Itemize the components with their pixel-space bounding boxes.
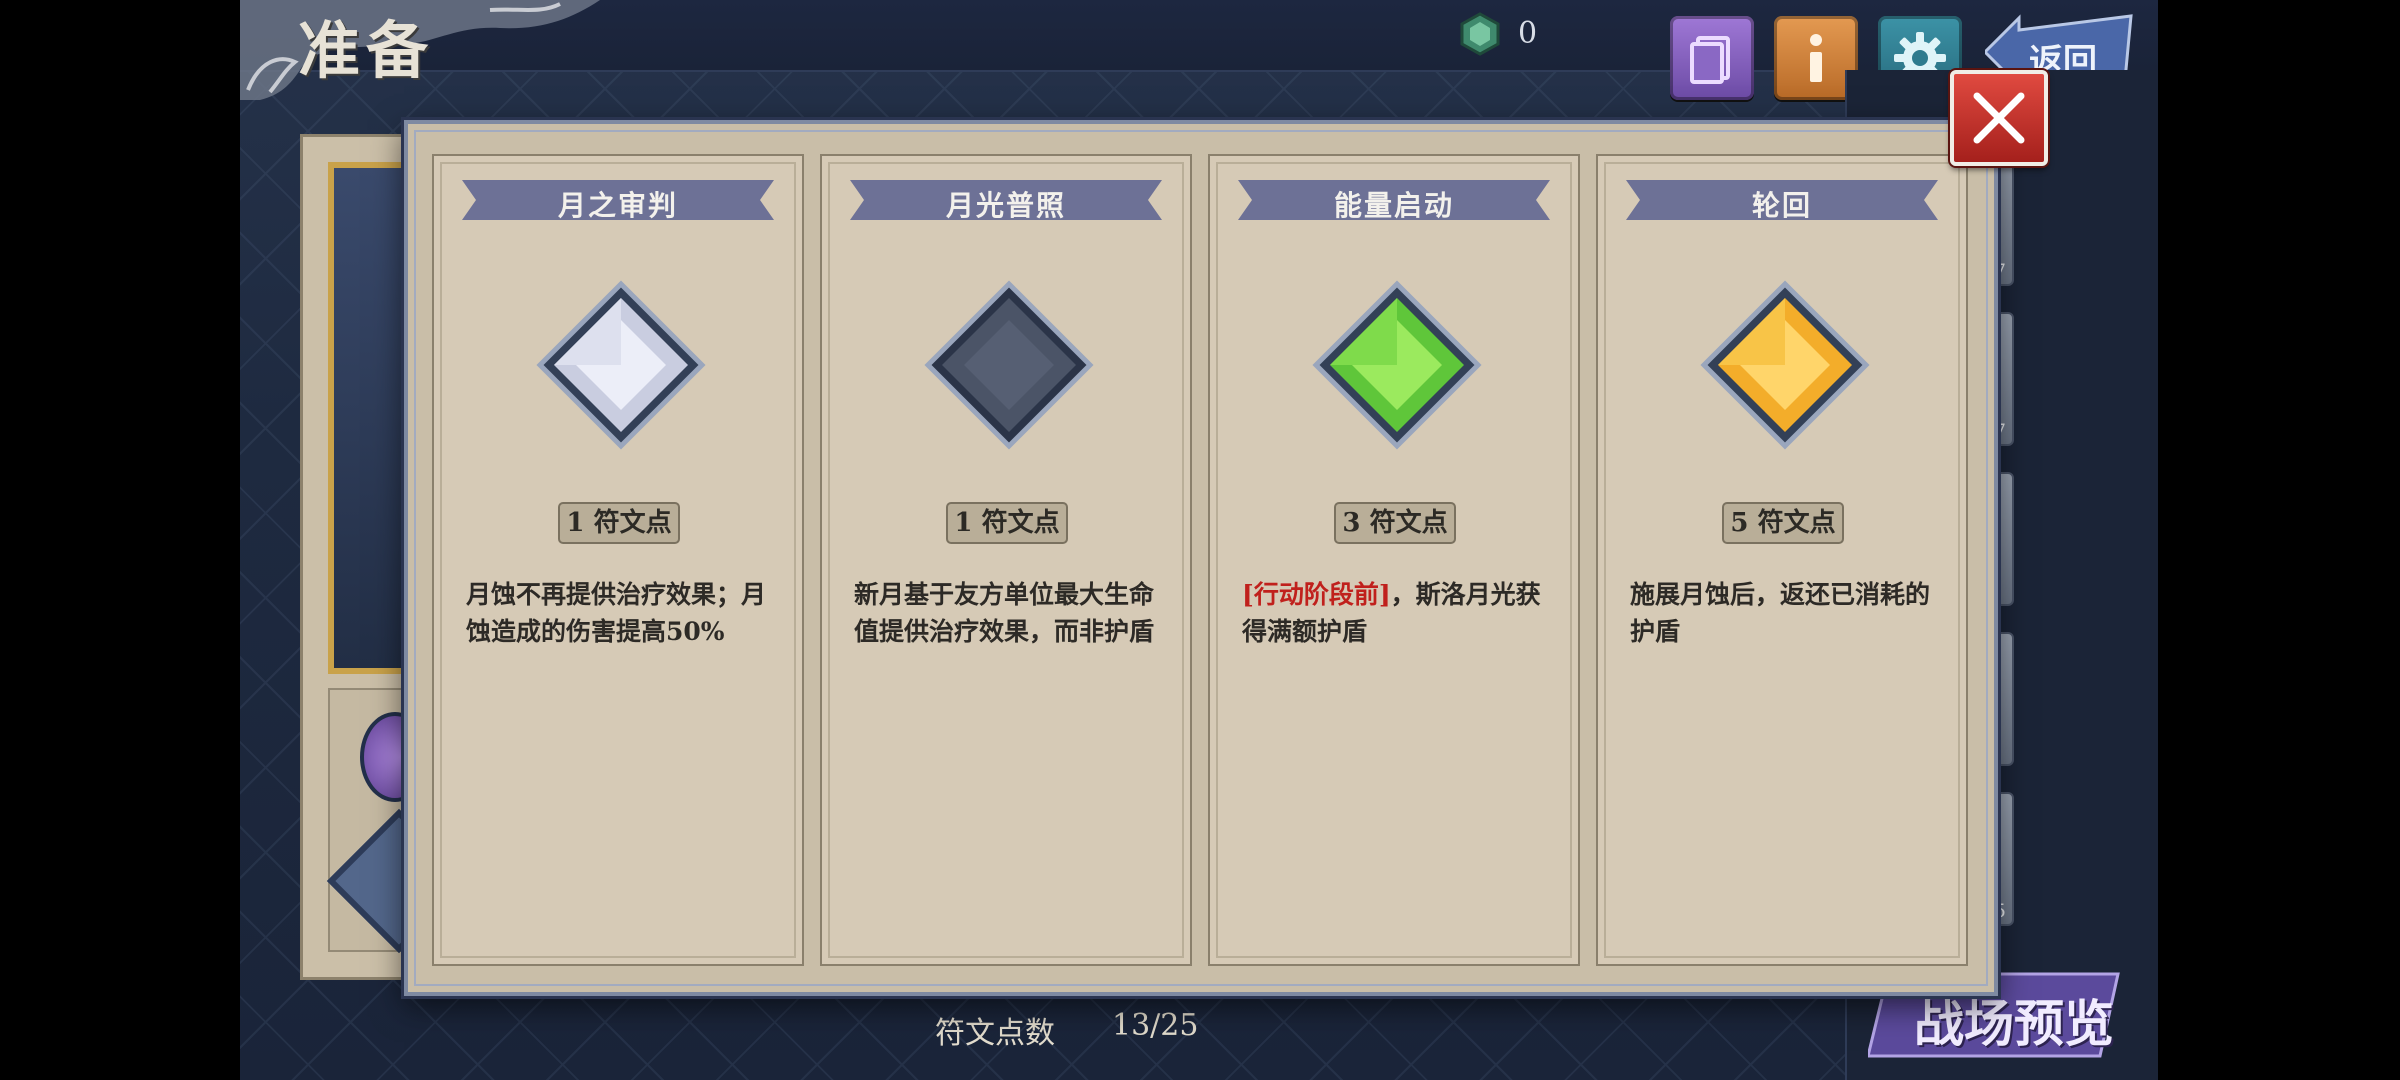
card-description: [行动阶段前]，斯洛月光获得满额护盾 xyxy=(1242,576,1548,650)
card-title: 轮回 xyxy=(1751,189,1812,222)
card-cost: 1 符文点 xyxy=(558,502,680,544)
card-cost: 3 符文点 xyxy=(1334,502,1456,544)
green-gem-icon xyxy=(1312,280,1482,450)
close-icon xyxy=(1973,92,2025,144)
codex-button[interactable] xyxy=(1670,16,1754,100)
card-cost: 1 符文点 xyxy=(946,502,1068,544)
currency-counter: 0 xyxy=(1458,10,1558,58)
rune-points-label: 符文点数 xyxy=(935,1016,1055,1051)
title-area: 准备 xyxy=(240,0,610,100)
rune-card[interactable]: 月光普照 1 符文点 新月基于友方单位最大生命值提供治疗效果，而非护盾 xyxy=(820,154,1192,966)
card-description: 施展月蚀后，返还已消耗的护盾 xyxy=(1630,576,1936,650)
page-title: 准备 xyxy=(298,14,435,87)
dark-gem-icon xyxy=(924,280,1094,450)
card-title: 月光普照 xyxy=(945,189,1066,222)
card-description: 月蚀不再提供治疗效果；月蚀造成的伤害提高50% xyxy=(466,576,772,650)
card-desc-prefix: [行动阶段前] xyxy=(1242,580,1391,609)
rune-card[interactable]: 月之审判 1 符文点 月蚀不再提供治疗效果；月蚀造成的伤害提高50% xyxy=(432,154,804,966)
card-cost: 5 符文点 xyxy=(1722,502,1844,544)
book-icon xyxy=(1690,36,1730,84)
rune-dialog: 月之审判 1 符文点 月蚀不再提供治疗效果；月蚀造成的伤害提高50% 月光普照 xyxy=(404,120,1998,996)
silver-gem-icon xyxy=(536,280,706,450)
game-screen: 准备 0 返回 7 7 5 战场预览 符文点数 13/25 月之审判 1 符文点… xyxy=(240,0,2158,1080)
rune-card[interactable]: 轮回 5 符文点 施展月蚀后，返还已消耗的护盾 xyxy=(1596,154,1968,966)
card-desc-text: 新月基于友方单位最大生命值提供治疗效果，而非护盾 xyxy=(854,580,1155,646)
card-desc-text: 施展月蚀后，返还已消耗的护盾 xyxy=(1630,580,1931,646)
card-description: 新月基于友方单位最大生命值提供治疗效果，而非护盾 xyxy=(854,576,1160,650)
rune-card[interactable]: 能量启动 3 符文点 [行动阶段前]，斯洛月光获得满额护盾 xyxy=(1208,154,1580,966)
gem-currency-icon xyxy=(1460,12,1500,56)
rune-points-value: 13/25 xyxy=(1112,1008,1199,1043)
close-button[interactable] xyxy=(1950,70,2048,166)
info-icon xyxy=(1810,34,1822,82)
card-title: 能量启动 xyxy=(1333,189,1454,222)
card-title: 月之审判 xyxy=(557,189,678,222)
card-desc-text: 月蚀不再提供治疗效果；月蚀造成的伤害提高50% xyxy=(466,580,767,646)
gold-gem-icon xyxy=(1700,280,1870,450)
currency-value: 0 xyxy=(1518,16,1538,51)
